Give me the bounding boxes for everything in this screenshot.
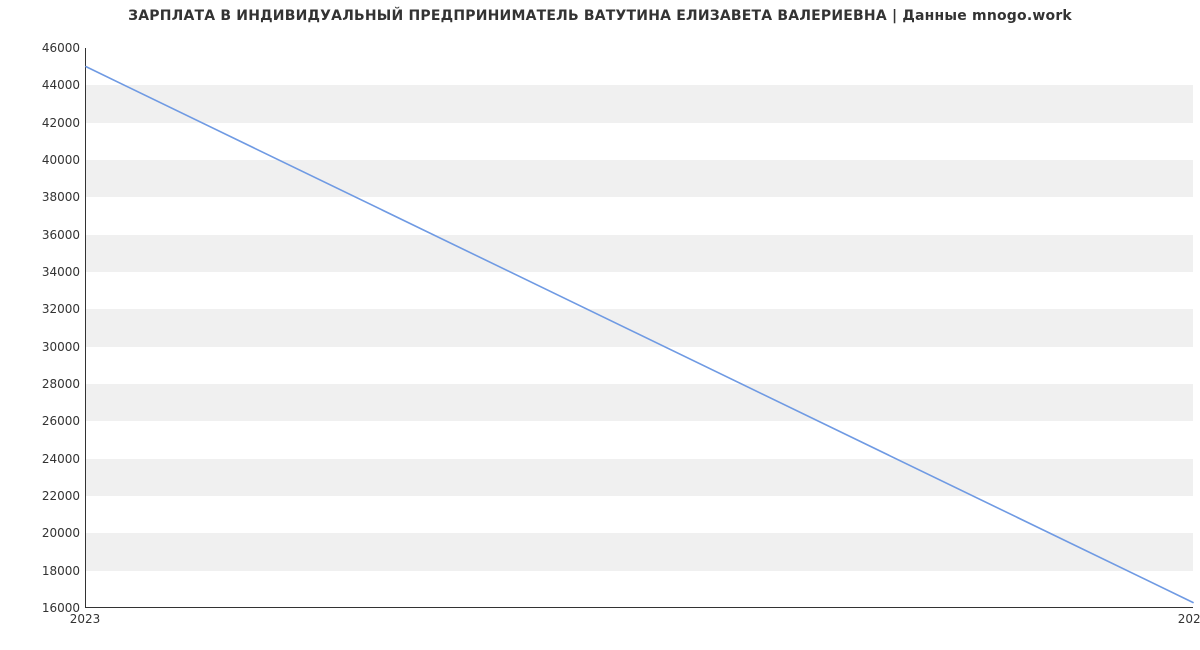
y-tick-label: 38000 [10, 190, 80, 204]
y-tick-label: 18000 [10, 564, 80, 578]
plot-area [85, 48, 1193, 608]
y-tick-label: 32000 [10, 302, 80, 316]
x-tick-label: 2023 [70, 612, 101, 626]
chart-container: ЗАРПЛАТА В ИНДИВИДУАЛЬНЫЙ ПРЕДПРИНИМАТЕЛ… [0, 0, 1200, 650]
y-tick-label: 46000 [10, 41, 80, 55]
y-tick-label: 44000 [10, 78, 80, 92]
chart-title: ЗАРПЛАТА В ИНДИВИДУАЛЬНЫЙ ПРЕДПРИНИМАТЕЛ… [0, 8, 1200, 24]
y-tick-label: 36000 [10, 228, 80, 242]
y-tick-label: 42000 [10, 116, 80, 130]
y-tick-label: 28000 [10, 377, 80, 391]
x-tick-label: 2024 [1178, 612, 1200, 626]
y-tick-label: 30000 [10, 340, 80, 354]
y-tick-label: 22000 [10, 489, 80, 503]
y-tick-label: 40000 [10, 153, 80, 167]
y-tick-label: 34000 [10, 265, 80, 279]
y-tick-label: 20000 [10, 526, 80, 540]
y-tick-label: 26000 [10, 414, 80, 428]
y-tick-label: 24000 [10, 452, 80, 466]
series-line [86, 67, 1193, 603]
line-layer [86, 48, 1193, 607]
